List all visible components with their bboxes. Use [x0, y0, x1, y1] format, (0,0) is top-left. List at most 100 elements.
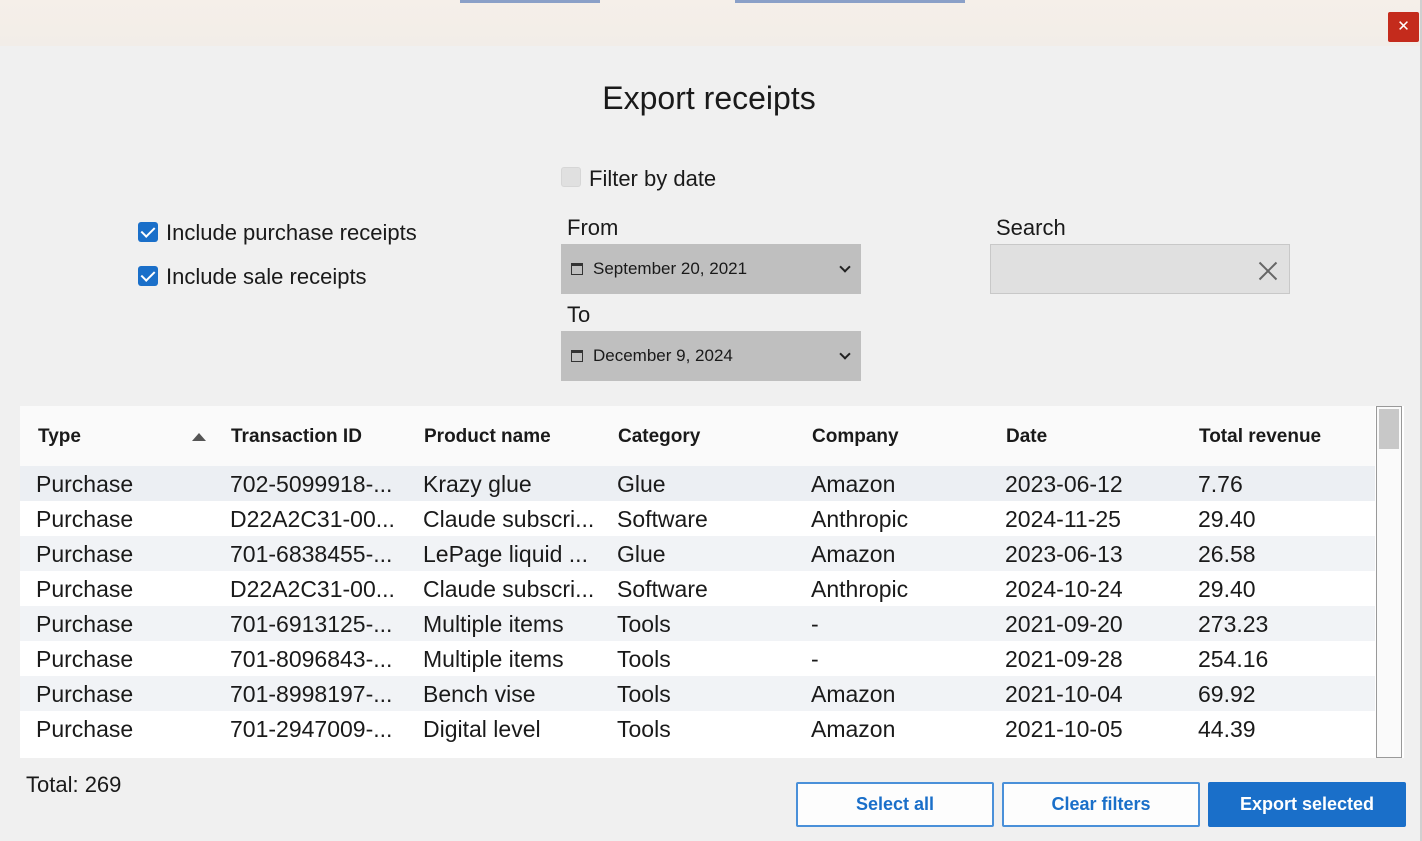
chevron-down-icon: [839, 261, 851, 273]
include-sale-label[interactable]: Include sale receipts: [166, 264, 367, 290]
include-purchase-label[interactable]: Include purchase receipts: [166, 220, 417, 246]
filter-by-date-label[interactable]: Filter by date: [589, 166, 716, 192]
table-row[interactable]: Purchase D22A2C31-00... Claude subscri... S…: [20, 501, 1375, 536]
search-input[interactable]: [990, 244, 1290, 294]
table-row[interactable]: Purchase 701-6838455-... LePage liquid ...…: [20, 536, 1375, 571]
export-selected-button[interactable]: Export selected: [1208, 782, 1406, 827]
cell-total-revenue: 29.40: [1198, 576, 1256, 602]
scrollbar-thumb[interactable]: [1379, 409, 1399, 449]
cell-company: -: [811, 646, 819, 672]
include-sale-checkbox[interactable]: [138, 266, 158, 286]
cell-transaction-id: D22A2C31-00...: [230, 576, 395, 602]
table-row[interactable]: Purchase D22A2C31-00... Claude subscri... S…: [20, 571, 1375, 606]
calendar-icon: [571, 350, 583, 362]
cell-product-name: LePage liquid ...: [423, 541, 588, 567]
cell-total-revenue: 254.16: [1198, 646, 1269, 672]
cell-product-name: Multiple items: [423, 646, 564, 672]
cell-date: 2021-10-05: [1005, 716, 1123, 742]
table-row[interactable]: Purchase 701-8096843-... Multiple items Too…: [20, 641, 1375, 676]
cell-transaction-id: D22A2C31-00...: [230, 506, 395, 532]
cell-category: Glue: [617, 471, 666, 497]
cell-total-revenue: 29.40: [1198, 506, 1256, 532]
cell-date: 2023-06-13: [1005, 541, 1123, 567]
from-label: From: [567, 215, 619, 240]
cell-product-name: Claude subscri...: [423, 576, 595, 602]
cell-company: Anthropic: [811, 506, 909, 532]
cell-type: Purchase: [36, 681, 134, 707]
cell-total-revenue: 26.58: [1198, 541, 1256, 567]
table-row[interactable]: Purchase 702-5099918-... Krazy glue Glue Ama…: [20, 466, 1375, 501]
select-all-button[interactable]: Select all: [796, 782, 994, 827]
column-header-total-revenue[interactable]: Total revenue: [1199, 426, 1321, 448]
vertical-scrollbar[interactable]: [1376, 406, 1402, 758]
column-header-category[interactable]: Category: [618, 426, 700, 448]
column-header-date[interactable]: Date: [1006, 426, 1047, 448]
cell-product-name: Digital level: [423, 716, 541, 742]
cell-date: 2023-06-12: [1005, 471, 1123, 497]
dialog-title: Export receipts: [602, 80, 816, 116]
from-date-picker[interactable]: September 20, 2021: [561, 244, 861, 294]
cell-product-name: Krazy glue: [423, 471, 532, 497]
receipts-grid: Type Transaction ID Product name Categor…: [20, 406, 1404, 758]
cell-product-name: Bench vise: [423, 681, 536, 707]
cell-transaction-id: 701-6838455-...: [230, 541, 393, 567]
cell-transaction-id: 701-2947009-...: [230, 716, 393, 742]
cell-transaction-id: 701-8096843-...: [230, 646, 393, 672]
chevron-down-icon: [839, 348, 851, 360]
from-date-value: September 20, 2021: [593, 259, 748, 278]
to-label: To: [567, 302, 591, 327]
cell-type: Purchase: [36, 576, 134, 602]
column-header-product-name[interactable]: Product name: [424, 426, 551, 448]
filter-by-date-checkbox[interactable]: [561, 167, 581, 187]
include-purchase-checkbox[interactable]: [138, 222, 158, 242]
cell-type: Purchase: [36, 471, 134, 497]
cell-type: Purchase: [36, 506, 134, 532]
cell-product-name: Multiple items: [423, 611, 564, 637]
cell-date: 2024-11-25: [1005, 506, 1121, 532]
cell-total-revenue: 69.92: [1198, 681, 1256, 707]
cell-category: Tools: [617, 681, 671, 707]
cell-transaction-id: 702-5099918-...: [230, 471, 393, 497]
close-button[interactable]: ✕: [1388, 12, 1419, 42]
cell-total-revenue: 44.39: [1198, 716, 1256, 742]
column-header-type[interactable]: Type: [38, 426, 81, 448]
column-header-company[interactable]: Company: [812, 426, 899, 448]
window-titlebar: [0, 0, 1422, 46]
cell-type: Purchase: [36, 541, 134, 567]
to-date-value: December 9, 2024: [593, 346, 733, 365]
cell-company: Anthropic: [811, 576, 909, 602]
cell-company: Amazon: [811, 541, 896, 567]
cell-type: Purchase: [36, 646, 134, 672]
grid-rows: Purchase 702-5099918-... Krazy glue Glue Ama…: [20, 466, 1375, 746]
search-label: Search: [996, 215, 1066, 240]
cell-transaction-id: 701-6913125-...: [230, 611, 393, 637]
clear-filters-button[interactable]: Clear filters: [1002, 782, 1200, 827]
column-header-transaction-id[interactable]: Transaction ID: [231, 426, 362, 448]
background-window-hint: [460, 0, 600, 3]
cell-date: 2024-10-24: [1005, 576, 1123, 602]
cell-date: 2021-09-28: [1005, 646, 1123, 672]
table-row[interactable]: Purchase 701-6913125-... Multiple items Too…: [20, 606, 1375, 641]
cell-category: Tools: [617, 716, 671, 742]
cell-company: Amazon: [811, 716, 896, 742]
cell-total-revenue: 7.76: [1198, 471, 1243, 497]
cell-company: Amazon: [811, 681, 896, 707]
cell-date: 2021-10-04: [1005, 681, 1123, 707]
clear-search-icon[interactable]: [1257, 259, 1279, 281]
cell-category: Tools: [617, 646, 671, 672]
table-row[interactable]: Purchase 701-2947009-... Digital level Tool…: [20, 711, 1375, 746]
cell-type: Purchase: [36, 716, 134, 742]
cell-transaction-id: 701-8998197-...: [230, 681, 393, 707]
background-window-hint: [735, 0, 965, 3]
cell-company: -: [811, 611, 819, 637]
cell-category: Glue: [617, 541, 666, 567]
to-date-picker[interactable]: December 9, 2024: [561, 331, 861, 381]
calendar-icon: [571, 263, 583, 275]
grid-header: Type Transaction ID Product name Categor…: [20, 406, 1375, 466]
cell-type: Purchase: [36, 611, 134, 637]
sort-ascending-icon: [192, 433, 206, 441]
cell-product-name: Claude subscri...: [423, 506, 595, 532]
table-row[interactable]: Purchase 701-8998197-... Bench vise Tools Am…: [20, 676, 1375, 711]
cell-category: Software: [617, 576, 708, 602]
cell-company: Amazon: [811, 471, 896, 497]
